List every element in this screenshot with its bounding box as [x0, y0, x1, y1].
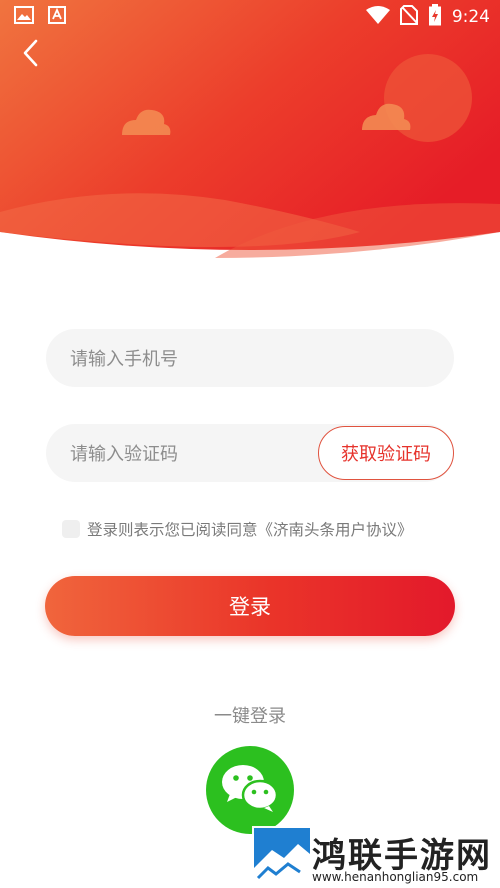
back-button[interactable]: [14, 38, 48, 72]
status-bar: 9:24: [0, 0, 500, 34]
watermark-url: www.henanhonglian95.com: [312, 870, 479, 884]
get-code-button[interactable]: 获取验证码: [318, 426, 454, 480]
watermark-logo: [254, 828, 310, 886]
agreement-row: 登录则表示您已阅读同意《济南头条用户协议》: [62, 518, 413, 540]
status-time: 9:24: [451, 7, 490, 27]
wifi-icon: [365, 6, 390, 28]
agreement-text[interactable]: 登录则表示您已阅读同意《济南头条用户协议》: [87, 518, 413, 540]
code-field: 获取验证码: [46, 424, 454, 484]
no-sim-icon: [399, 5, 418, 29]
header-background: [0, 0, 500, 258]
battery-charging-icon: [428, 4, 442, 30]
phone-input[interactable]: [68, 329, 442, 389]
font-app-icon: [48, 6, 66, 28]
header-banner: [0, 0, 500, 262]
login-button[interactable]: 登录: [45, 576, 455, 636]
phone-field: [46, 329, 454, 389]
image-icon: [14, 6, 34, 28]
chevron-left-icon: [21, 38, 41, 72]
watermark: 鸿联手游网 www.henanhonglian95.com: [252, 826, 500, 888]
wechat-icon: [220, 762, 280, 818]
verification-code-input[interactable]: [68, 424, 312, 484]
quick-login-label: 一键登录: [214, 706, 286, 727]
agreement-checkbox[interactable]: [62, 520, 80, 538]
wechat-login-button[interactable]: [206, 746, 294, 834]
